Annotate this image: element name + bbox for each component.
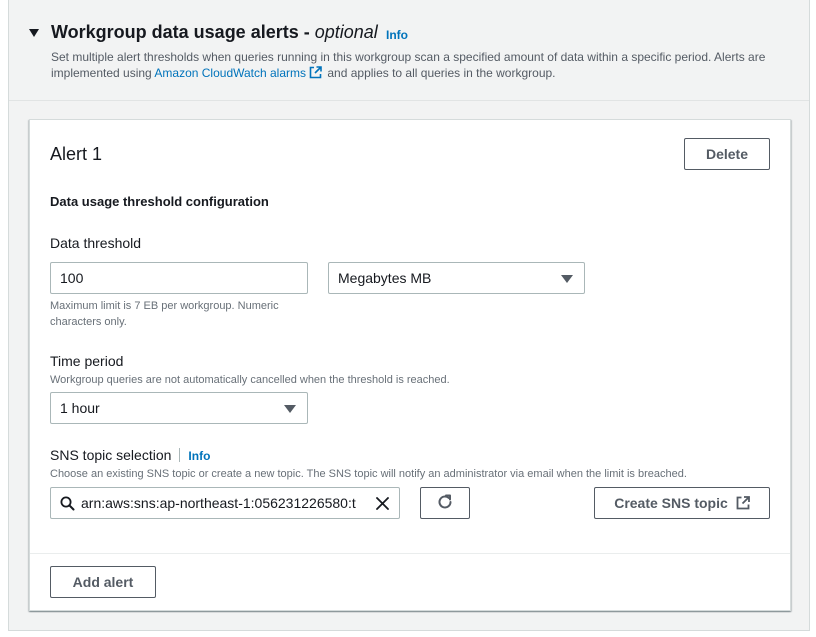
sns-topic-value: arn:aws:sns:ap-northeast-1:056231226580:… (81, 495, 356, 511)
refresh-button[interactable] (420, 487, 470, 519)
chevron-down-icon (561, 275, 573, 283)
usage-alerts-panel: Workgroup data usage alerts - optional I… (8, 0, 810, 631)
data-threshold-help: Maximum limit is 7 EB per workgroup. Num… (50, 300, 279, 328)
add-alert-button[interactable]: Add alert (50, 566, 156, 598)
section-title-main: Workgroup data usage alerts - (51, 22, 315, 42)
cloudwatch-alarms-link[interactable]: Amazon CloudWatch alarms (154, 66, 306, 80)
chevron-down-icon (284, 405, 296, 413)
time-period-help: Workgroup queries are not automatically … (50, 374, 450, 386)
card-footer-divider (30, 553, 790, 554)
time-period-label: Time period (50, 353, 124, 369)
collapse-caret-icon[interactable] (29, 29, 39, 37)
sns-info-link[interactable]: Info (188, 449, 210, 463)
refresh-icon (436, 493, 454, 514)
label-divider (179, 448, 181, 462)
section-title[interactable]: Workgroup data usage alerts - optional (51, 22, 378, 43)
threshold-unit-value: Megabytes MB (338, 270, 432, 286)
threshold-config-title: Data usage threshold configuration (50, 194, 269, 209)
section-description: Set multiple alert thresholds when queri… (51, 49, 801, 83)
create-sns-topic-button[interactable]: Create SNS topic (594, 487, 770, 519)
data-threshold-label: Data threshold (50, 235, 142, 251)
data-threshold-input[interactable]: 100 (50, 262, 308, 294)
create-sns-topic-label: Create SNS topic (614, 495, 728, 511)
sns-topic-help: Choose an existing SNS topic or create a… (50, 468, 687, 480)
section-title-optional: optional (314, 22, 378, 42)
sns-topic-label-row: SNS topic selection Info (50, 447, 210, 463)
alert-title: Alert 1 (50, 144, 103, 164)
sns-topic-search-input[interactable]: arn:aws:sns:ap-northeast-1:056231226580:… (50, 487, 400, 519)
sns-topic-label: SNS topic selection (50, 447, 172, 463)
external-link-icon (309, 66, 322, 83)
delete-alert-button[interactable]: Delete (684, 138, 770, 170)
description-text-2: and applies to all queries in the workgr… (324, 66, 556, 80)
external-link-icon (736, 496, 750, 510)
threshold-unit-select[interactable]: Megabytes MB (328, 262, 585, 294)
section-info-link[interactable]: Info (386, 28, 408, 42)
time-period-value: 1 hour (60, 400, 100, 416)
usage-alerts-header: Workgroup data usage alerts - optional I… (9, 0, 809, 101)
clear-icon[interactable] (375, 496, 390, 514)
time-period-select[interactable]: 1 hour (50, 392, 308, 424)
alert-card: Alert 1 Delete Data usage threshold conf… (29, 119, 791, 611)
search-icon (60, 496, 75, 514)
